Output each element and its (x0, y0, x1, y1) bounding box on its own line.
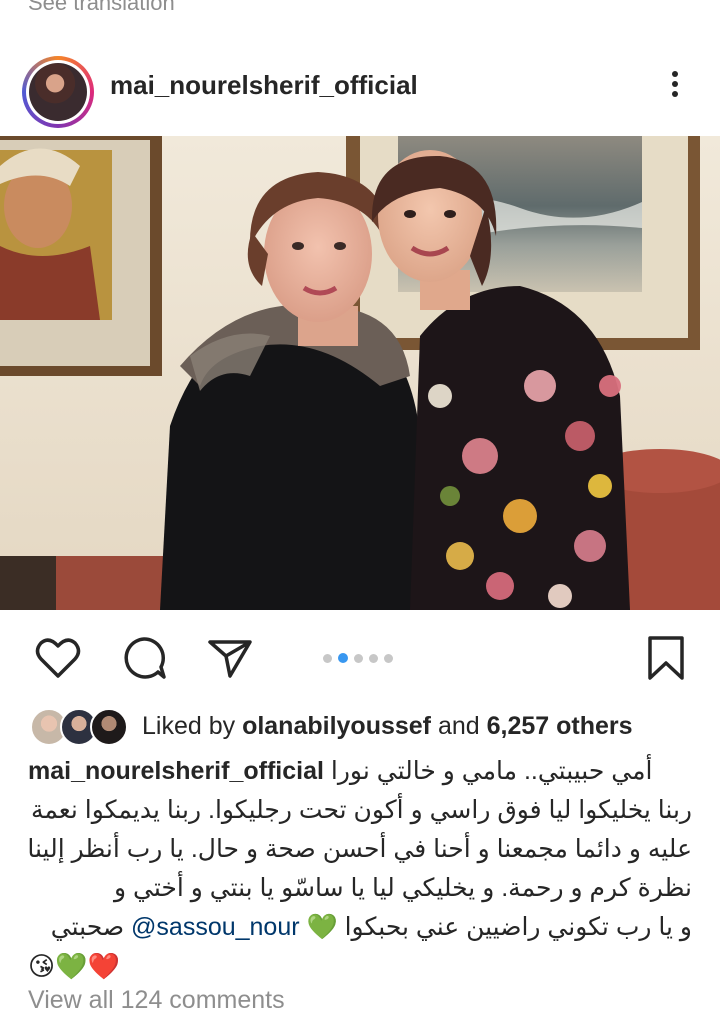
liker-username[interactable]: olanabilyoussef (242, 712, 431, 740)
caption-text: ربنا يخليكوا ليا فوق راسي و أكون تحت رجل… (30, 796, 692, 824)
caption-username[interactable]: mai_nourelsherif_official (28, 757, 324, 785)
caption-text: نظرة كرم و رحمة. و يخليكي ليا يا ساسّو ي… (113, 874, 692, 902)
caption-line: و يا رب تكوني راضيين عني بحبكوا 💚 @sasso… (28, 908, 692, 947)
view-all-comments-link[interactable]: View all 124 comments (28, 986, 285, 1015)
caption-emojis: 😘💚❤️ (28, 951, 120, 981)
send-icon[interactable] (204, 632, 256, 684)
caption-text: و يا رب تكوني راضيين عني بحبكوا (344, 913, 692, 941)
post-caption: mai_nourelsherif_official أمي حبيبتي.. م… (28, 752, 692, 986)
post-image[interactable] (0, 136, 720, 610)
likes-count[interactable]: 6,257 others (487, 712, 633, 740)
see-translation-link[interactable]: See translation (28, 0, 175, 16)
post-username[interactable]: mai_nourelsherif_official (110, 70, 418, 101)
post-header: mai_nourelsherif_official (0, 42, 720, 128)
caption-text: أمي حبيبتي.. مامي و خالتي نورا (330, 757, 653, 785)
green-heart-emoji: 💚 (306, 913, 338, 941)
carousel-dot (323, 654, 332, 663)
likes-prefix: Liked by (142, 712, 243, 740)
carousel-dot (369, 654, 378, 663)
comment-icon[interactable] (118, 632, 170, 684)
mention-link[interactable]: @sassou_nour (131, 913, 300, 941)
carousel-dot (354, 654, 363, 663)
more-vertical-icon[interactable] (660, 68, 690, 102)
carousel-indicator (320, 650, 396, 668)
liker-avatar (90, 708, 128, 746)
heart-icon[interactable] (32, 632, 84, 684)
avatar[interactable] (22, 56, 94, 128)
carousel-dot-active (338, 653, 348, 663)
bookmark-icon[interactable] (640, 632, 692, 684)
carousel-dot (384, 654, 393, 663)
likes-text: Liked by olanabilyoussef and 6,257 other… (142, 712, 633, 741)
likes-row[interactable]: Liked by olanabilyoussef and 6,257 other… (0, 704, 720, 750)
post-actions-bar (0, 628, 720, 686)
caption-text: صحبتي (50, 913, 125, 941)
caption-text: عليه و دائما مجمعنا و أحنا في أحسن صحة و… (28, 835, 692, 863)
likes-middle: and (431, 712, 487, 740)
